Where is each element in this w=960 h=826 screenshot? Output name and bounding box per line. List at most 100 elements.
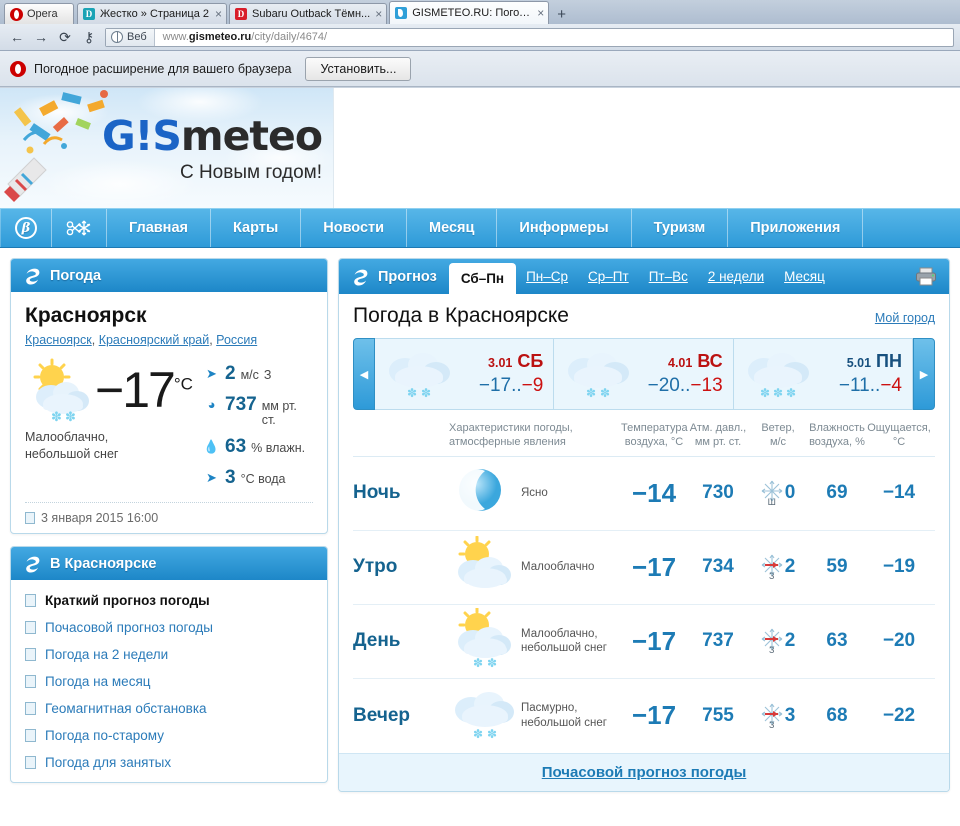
pressure-value: 737 (225, 394, 257, 415)
nav-item-maps[interactable]: Карты (211, 209, 302, 247)
site-logo-banner[interactable]: G!Smeteo С Новым годом! (0, 88, 334, 208)
nav-beta-button[interactable]: β (0, 209, 52, 247)
observation-timestamp: 3 января 2015 16:00 (41, 511, 159, 525)
tab-strip: Opera D Жестко » Страница 2 × D Subaru O… (0, 0, 960, 24)
cell-temperature: −17 (631, 700, 677, 730)
svg-text:✽: ✽ (51, 410, 62, 423)
address-bar[interactable]: Веб www.gismeteo.ru/city/daily/4674/ (105, 27, 954, 47)
cell-wind: З 3 (749, 703, 807, 730)
column-header-line-2: мм рт. ст. (694, 435, 742, 448)
carousel-next-button[interactable]: ▶ (912, 338, 935, 410)
sun-behind-cloud-snow-icon: ✽ ✽ (458, 606, 511, 670)
letter-d-teal-icon: D (83, 8, 95, 20)
extension-notification-bar: Погодное расширение для вашего браузера … (0, 51, 960, 87)
svg-text:✽: ✽ (421, 386, 431, 400)
web-page: G!Smeteo С Новым годом! β Главная Карты … (0, 87, 960, 823)
daypart-label: Ночь (353, 482, 401, 503)
arrow-left-icon[interactable]: ← (6, 27, 28, 47)
list-item-for-busy[interactable]: Погода для занятых (11, 749, 327, 776)
svg-text:✽: ✽ (487, 656, 497, 670)
day-weekday: ПН (876, 351, 902, 371)
list-item-old-style[interactable]: Погода по-старому (11, 722, 327, 749)
forecast-table-header: Характеристики погоды, атмосферные явлен… (353, 422, 935, 457)
pressure-stat: ◕ 737 мм рт. ст. (203, 394, 313, 427)
column-header-line-2: °С (892, 435, 906, 448)
page-title: Погода в Красноярске (353, 304, 569, 327)
list-item-month[interactable]: Погода на месяц (11, 668, 327, 695)
panel-title: Погода (50, 267, 102, 284)
key-icon[interactable]: ⚷ (78, 27, 100, 47)
day-card-saturday[interactable]: ✽ ✽ 3.01 СБ −17..−9 (375, 338, 555, 410)
close-icon[interactable]: × (215, 8, 222, 20)
column-header-line-1: Температура (621, 422, 688, 434)
nav-item-main[interactable]: Главная (107, 209, 211, 247)
hourly-forecast-link[interactable]: Почасовой прогноз погоды (542, 764, 747, 781)
sun-behind-cloud-icon (458, 535, 511, 588)
breadcrumb-city[interactable]: Красноярск (25, 333, 92, 347)
column-header-line-2: м/с (769, 435, 787, 448)
condition-line-2: небольшой снег (25, 446, 119, 461)
list-item-short-forecast[interactable]: Краткий прогноз погоды (11, 587, 327, 614)
beta-badge-icon: β (15, 217, 37, 239)
temperature-unit: °С (173, 374, 193, 394)
panel-title: В Красноярске (50, 555, 157, 572)
nav-item-news[interactable]: Новости (301, 209, 408, 247)
close-icon[interactable]: × (375, 8, 382, 20)
reload-icon[interactable]: ⟳ (54, 27, 76, 47)
nav-item-apps[interactable]: Приложения (728, 209, 864, 247)
my-city-link[interactable]: Мой город (875, 311, 935, 325)
site-logo[interactable]: G!Smeteo С Новым годом! (74, 116, 323, 184)
search-scope-selector[interactable]: Веб (106, 28, 155, 46)
list-item-two-weeks[interactable]: Погода на 2 недели (11, 641, 327, 668)
browser-tab-2[interactable]: D Subaru Outback Тёмн... × (229, 3, 388, 24)
breadcrumb-region[interactable]: Красноярский край (99, 333, 210, 347)
current-weather-left: ✽ ✽ −17°С Малооблачно, небольшой снег (25, 357, 203, 463)
list-item-hourly-forecast[interactable]: Почасовой прогноз погоды (11, 614, 327, 641)
nav-item-informers[interactable]: Информеры (497, 209, 632, 247)
cell-wind: Ш 0 (749, 480, 807, 507)
cell-humidity: 63 (826, 630, 848, 651)
opera-menu-label: Opera (27, 8, 58, 20)
condition-line-2: небольшой снег (521, 716, 607, 729)
browser-tab-1[interactable]: D Жестко » Страница 2 × (77, 3, 227, 24)
table-row: Утро Малооблачно −17 734 З 2 59 −19 (353, 531, 935, 605)
table-row: Вечер ✽ ✽ Пасмурно, небольшой снег −17 7… (353, 679, 935, 753)
tab-two-weeks[interactable]: 2 недели (698, 259, 774, 294)
logo-tagline: С Новым годом! (179, 162, 322, 183)
gismeteo-drop-icon (395, 7, 408, 19)
breadcrumb-country[interactable]: Россия (216, 333, 257, 347)
list-item-label: Краткий прогноз погоды (45, 593, 210, 608)
carousel-prev-button[interactable]: ◀ (353, 338, 375, 410)
condition-line-2: небольшой снег (521, 642, 607, 654)
install-button[interactable]: Установить... (305, 56, 412, 81)
nav-item-tourism[interactable]: Туризм (632, 209, 729, 247)
day-card-sunday[interactable]: ✽ ✽ 4.01 ВС −20..−13 (554, 338, 734, 410)
arrow-right-icon[interactable]: → (30, 27, 52, 47)
tab-pt-vs[interactable]: Пт–Вс (639, 259, 698, 294)
browser-tab-3-active[interactable]: GISMETEO.RU: Погода ... × (389, 1, 550, 24)
opera-menu-button[interactable]: Opera (4, 3, 74, 24)
tab-sr-pt[interactable]: Ср–Пт (578, 259, 639, 294)
day-card-monday[interactable]: ✽ ✽ ✽ 5.01 ПН −11..−4 (733, 338, 913, 410)
sun-behind-cloud-snow-icon: ✽ ✽ (33, 358, 89, 423)
column-header-line-1: Характеристики погоды, (449, 422, 573, 434)
forecast-header: Прогноз Сб–Пн Пн–Ср Ср–Пт Пт–Вс 2 недели… (339, 259, 949, 294)
nav-item-month[interactable]: Месяц (407, 209, 498, 247)
document-icon (25, 756, 36, 769)
column-header-feels-like: Ощущается, °С (867, 422, 931, 450)
tab-month[interactable]: Месяц (774, 259, 835, 294)
new-tab-button[interactable]: + (551, 7, 572, 24)
panel-title: Прогноз (378, 268, 437, 285)
list-item-geomagnetic[interactable]: Геомагнитная обстановка (11, 695, 327, 722)
document-icon (25, 675, 36, 688)
opera-logo-icon (10, 60, 26, 77)
nav-snow-scissors-button[interactable] (52, 209, 107, 247)
cloud-snow-icon: ✽ ✽ (455, 692, 514, 741)
svg-text:✽: ✽ (760, 386, 770, 400)
tab-sb-pn[interactable]: Сб–Пн (448, 263, 517, 294)
cloud-snow-icon: ✽ ✽ (389, 353, 450, 400)
tab-pn-sr[interactable]: Пн–Ср (516, 259, 578, 294)
wind-direction-label: З (768, 571, 775, 581)
print-button[interactable] (903, 259, 949, 294)
close-icon[interactable]: × (537, 7, 544, 19)
